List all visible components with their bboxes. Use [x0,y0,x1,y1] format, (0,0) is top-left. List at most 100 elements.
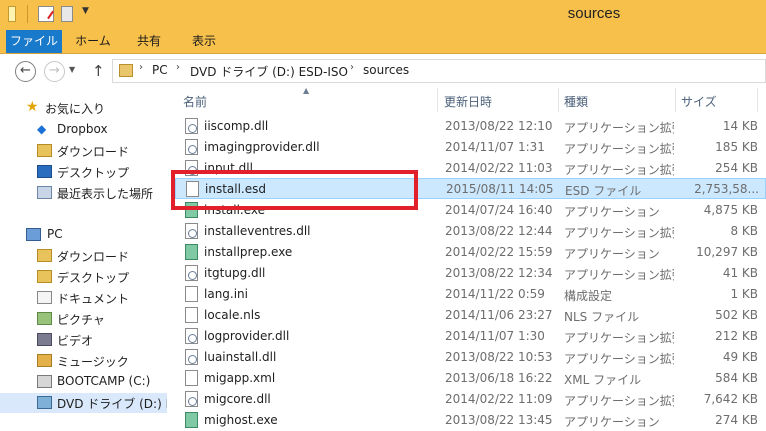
address-bar[interactable]: › PC › DVD ドライブ (D:) ESD-ISO › sources [112,59,766,83]
file-row[interactable]: luainstall.dll 2013/08/22 10:53 アプリケーション… [175,347,766,368]
up-arrow-icon[interactable]: ↑ [92,62,105,80]
column-divider[interactable] [675,88,676,112]
nav-item-downloads[interactable]: ダウンロード [0,141,167,161]
file-row[interactable]: mighost.exe 2013/08/22 13:45 アプリケーション 27… [175,410,766,431]
back-arrow-icon[interactable]: ← [15,61,36,82]
nav-item-label: ドキュメント [57,292,130,306]
recent-places-icon [37,186,52,199]
column-divider[interactable] [437,88,438,112]
file-date: 2013/08/22 12:44 [445,224,553,238]
breadcrumb-separator-icon[interactable]: › [176,62,180,73]
file-row[interactable]: migapp.xml 2013/06/18 16:22 XML ファイル 584… [175,368,766,389]
file-size: 10,297 KB [696,245,758,259]
nav-item-music[interactable]: ミュージック [0,351,167,371]
file-row[interactable]: itgtupg.dll 2013/08/22 12:34 アプリケーション拡張 … [175,263,766,284]
file-row[interactable]: lang.ini 2014/11/22 0:59 構成設定 1 KB [175,284,766,305]
file-type: アプリケーション [564,415,660,429]
music-icon [37,354,52,367]
nav-item-label: DVD ドライブ (D:) ES [57,397,167,411]
file-type: アプリケーション拡張 [564,352,674,366]
nav-item-pc-downloads[interactable]: ダウンロード [0,246,167,266]
breadcrumb-dvd-drive[interactable]: DVD ドライブ (D:) ESD-ISO [190,63,348,80]
dll-file-icon [185,118,198,134]
recent-locations-chevron-icon[interactable]: ▼ [69,65,75,74]
dll-file-icon [185,391,198,407]
ini-file-icon [185,286,198,302]
nav-item-documents[interactable]: ドキュメント [0,288,167,308]
tab-view[interactable]: 表示 [183,30,225,54]
file-icon [186,181,199,197]
file-size: 49 KB [722,350,758,364]
breadcrumb-separator-icon[interactable]: › [350,62,354,73]
file-type: アプリケーション拡張 [564,331,674,345]
nav-item-dropbox[interactable]: ◆ Dropbox [0,120,167,140]
nav-item-label: ピクチャ [57,313,105,327]
file-size: 41 KB [722,266,758,280]
ribbon-tabs: ファイル ホーム 共有 表示 [0,30,766,54]
file-type: アプリケーション拡張 [564,121,674,135]
dll-file-icon [185,328,198,344]
file-type: XML ファイル [564,373,642,387]
file-row[interactable]: iiscomp.dll 2013/08/22 12:10 アプリケーション拡張 … [175,116,766,137]
folder-icon [37,249,52,262]
file-row[interactable]: imagingprovider.dll 2014/11/07 1:31 アプリケ… [175,137,766,158]
nav-item-favorites[interactable]: ★ お気に入り [0,98,167,118]
exe-file-icon [185,244,198,260]
navigation-pane: ★ お気に入り ◆ Dropbox ダウンロード デスクトップ 最近表示した場所… [0,88,167,431]
breadcrumb-pc[interactable]: PC [152,63,168,77]
nav-item-videos[interactable]: ビデオ [0,330,167,350]
xml-file-icon [185,370,198,386]
file-size: 8 KB [730,224,758,238]
file-size: 502 KB [715,308,758,322]
title-bar: ▼ sources [0,0,766,30]
breadcrumb-sources[interactable]: sources [363,63,409,77]
file-size: 7,642 KB [703,392,758,406]
column-header-size[interactable]: サイズ [681,93,717,110]
exe-file-icon [185,412,198,428]
column-header-type[interactable]: 種類 [564,93,588,110]
file-name: installprep.exe [204,245,293,259]
file-row[interactable]: installeventres.dll 2013/08/22 12:44 アプリ… [175,221,766,242]
column-divider[interactable] [757,88,758,112]
nav-item-label: ビデオ [57,334,94,348]
file-date: 2013/08/22 10:53 [445,350,553,364]
column-header-date[interactable]: 更新日時 [444,93,492,110]
file-type: アプリケーション拡張 [564,142,674,156]
file-name: mighost.exe [204,413,278,427]
tab-file[interactable]: ファイル [6,30,62,54]
file-row-selected[interactable]: install.esd 2015/08/11 14:05 ESD ファイル 2,… [175,178,766,199]
file-row[interactable]: installprep.exe 2014/02/22 15:59 アプリケーショ… [175,242,766,263]
dropbox-icon: ◆ [37,122,47,136]
tab-home[interactable]: ホーム [72,30,114,54]
tab-share[interactable]: 共有 [128,30,170,54]
file-row[interactable]: locale.nls 2014/11/06 23:27 NLS ファイル 502… [175,305,766,326]
nav-item-desktop[interactable]: デスクトップ [0,162,167,182]
nav-item-bootcamp-drive[interactable]: BOOTCAMP (C:) [0,372,167,392]
breadcrumb-separator-icon[interactable]: › [139,62,143,73]
file-size: 1 KB [730,287,758,301]
forward-arrow-icon[interactable]: → [44,61,65,82]
dll-file-icon [185,265,198,281]
file-row[interactable]: migcore.dll 2014/02/22 11:09 アプリケーション拡張 … [175,389,766,410]
nav-item-recent-places[interactable]: 最近表示した場所 [0,183,167,203]
file-row[interactable]: input.dll 2014/02/22 11:03 アプリケーション拡張 25… [175,158,766,179]
nav-item-pictures[interactable]: ピクチャ [0,309,167,329]
file-name: imagingprovider.dll [204,140,320,154]
nav-item-label: デスクトップ [57,271,130,285]
dvd-drive-icon [37,396,52,409]
file-date: 2014/02/22 11:03 [445,161,553,175]
nav-item-pc[interactable]: PC [0,225,167,245]
file-date: 2013/08/22 13:45 [445,413,553,427]
column-header-name[interactable]: 名前 [183,93,207,110]
file-type: ESD ファイル [565,184,642,198]
file-row[interactable]: install.exe 2014/07/24 16:40 アプリケーション 4,… [175,200,766,221]
file-type: アプリケーション拡張 [564,268,674,282]
nav-item-dvd-drive[interactable]: DVD ドライブ (D:) ES [0,393,167,413]
nav-item-pc-desktop[interactable]: デスクトップ [0,267,167,287]
file-icon [185,307,198,323]
column-divider[interactable] [558,88,559,112]
nav-item-label: ダウンロード [57,250,130,264]
file-name: input.dll [204,161,253,175]
file-row[interactable]: logprovider.dll 2014/11/07 1:30 アプリケーション… [175,326,766,347]
file-date: 2014/11/07 1:31 [445,140,545,154]
